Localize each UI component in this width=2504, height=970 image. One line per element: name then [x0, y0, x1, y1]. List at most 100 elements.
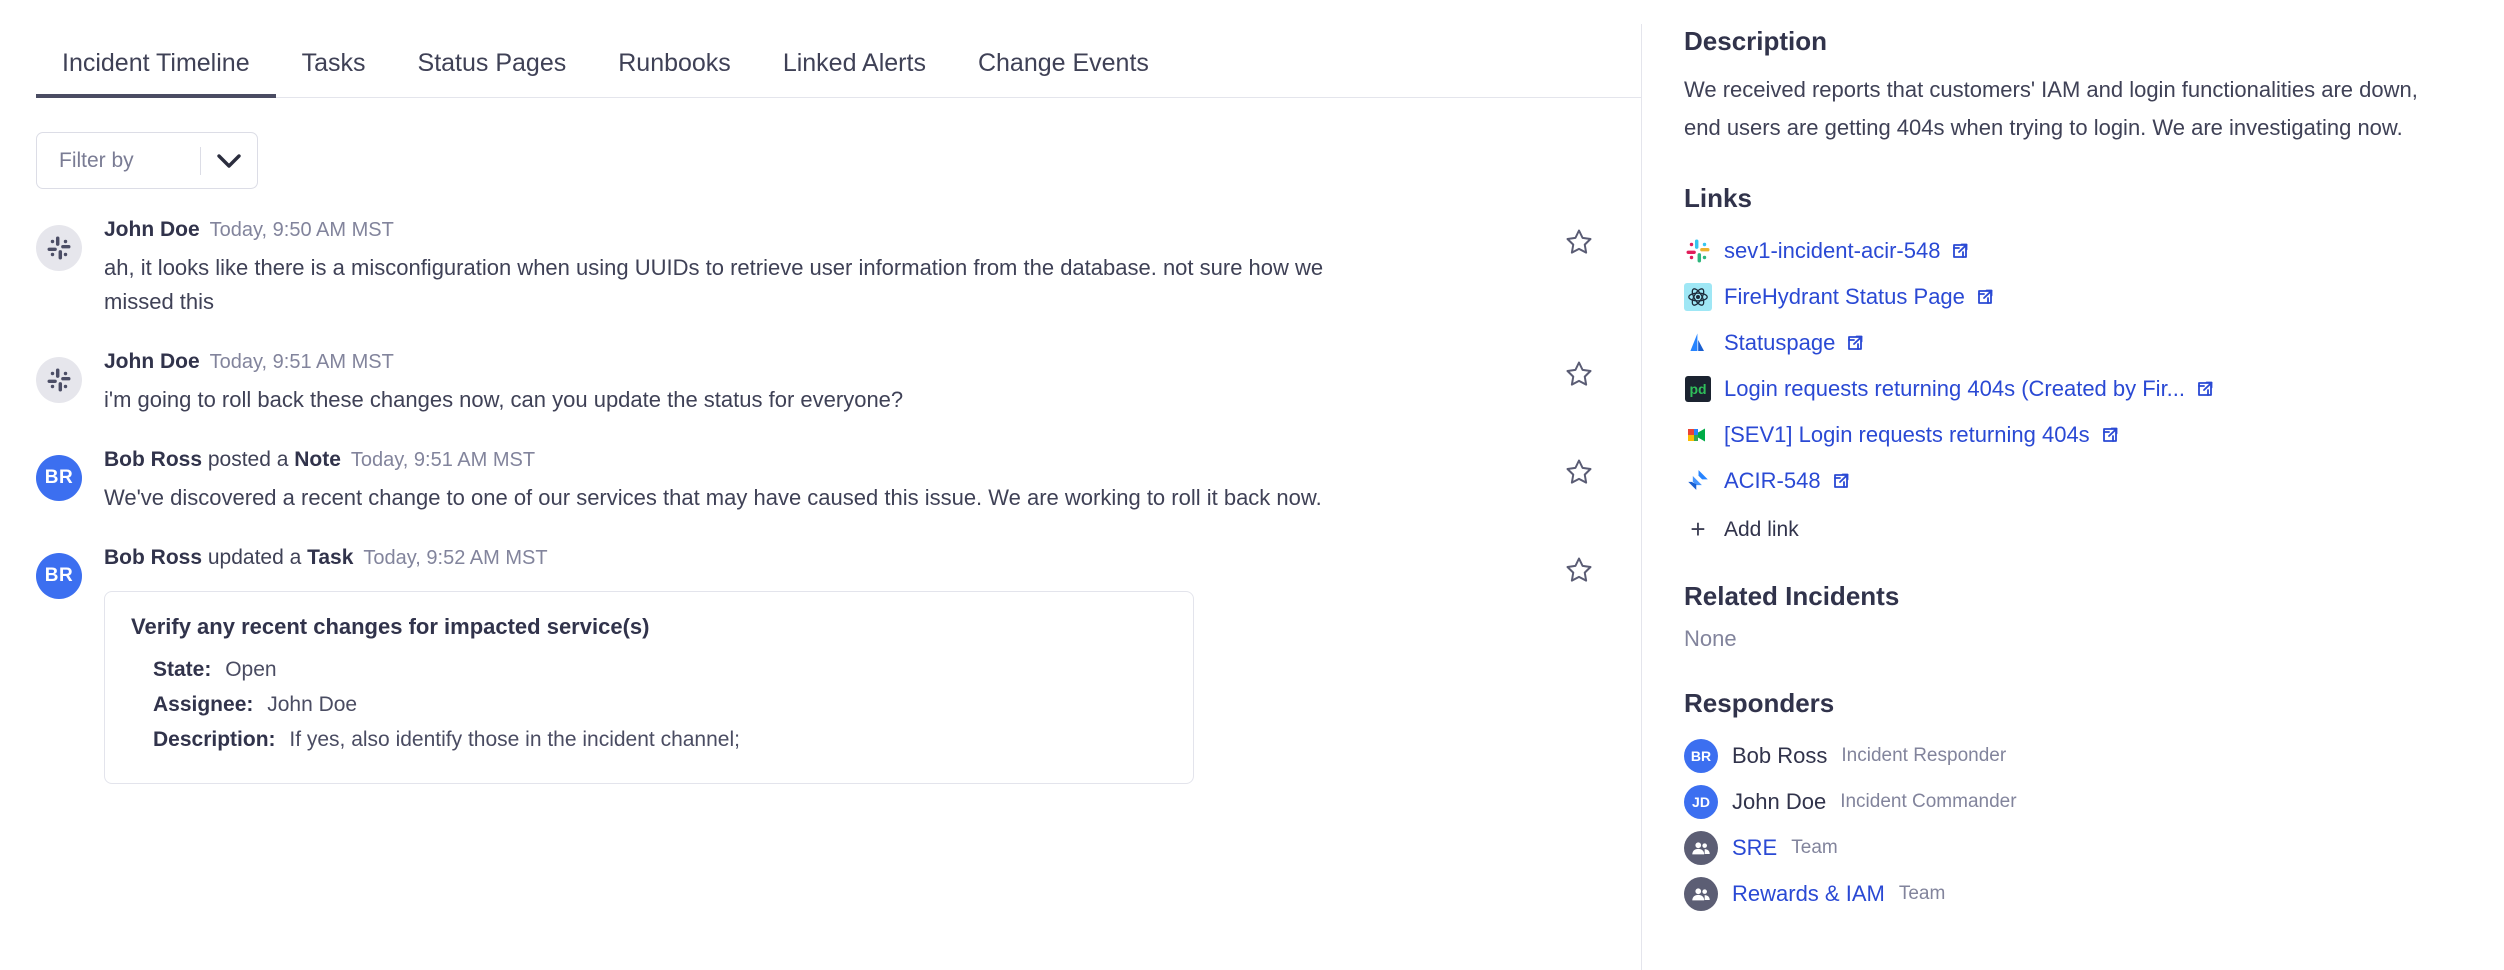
atlassian-statuspage-icon: [1684, 329, 1712, 357]
external-link-icon[interactable]: [1950, 241, 1970, 261]
tab-status-pages[interactable]: Status Pages: [392, 49, 593, 98]
link-item[interactable]: pd Login requests returning 404s (Created…: [1684, 366, 2464, 412]
entry-avatar: [36, 357, 82, 417]
user-initials-avatar: BR: [36, 553, 82, 599]
add-link-button[interactable]: + Add link: [1684, 514, 2464, 545]
related-incidents-heading: Related Incidents: [1684, 581, 1900, 611]
star-outline-icon[interactable]: [1564, 555, 1594, 585]
task-field-value: John Doe: [267, 693, 358, 716]
description-text: We received reports that customers' IAM …: [1684, 77, 2418, 140]
entry-avatar: BR: [36, 455, 82, 515]
responder-name[interactable]: Rewards & IAM: [1732, 881, 1885, 907]
task-title: Verify any recent changes for impacted s…: [131, 614, 650, 639]
entry-action: updated a Task: [202, 546, 354, 569]
task-field: Description: If yes, also identify those…: [131, 722, 1167, 757]
responders-list: BR Bob Ross Incident Responder JD John Doe In…: [1684, 733, 2464, 917]
incident-timeline-list: John Doe Today, 9:50 AM MST ah, it looks l…: [0, 189, 1642, 784]
external-link-icon[interactable]: [1975, 287, 1995, 307]
timeline-entry: BR Bob Ross updated a Task Today, 9:52 AM …: [0, 543, 1642, 784]
tab-runbooks[interactable]: Runbooks: [592, 49, 757, 98]
user-initials-avatar: BR: [36, 455, 82, 501]
task-field-value: If yes, also identify those in the incid…: [289, 728, 740, 751]
plus-icon: +: [1690, 514, 1706, 544]
responder-role: Team: [1898, 883, 1946, 904]
responder-item[interactable]: Rewards & IAM Team: [1684, 871, 2464, 917]
timeline-entry: John Doe Today, 9:50 AM MST ah, it looks l…: [0, 215, 1642, 319]
entry-header: Bob Ross posted a Note Today, 9:51 AM MST: [104, 445, 1566, 475]
user-initials-avatar: JD: [1684, 785, 1718, 819]
responders-heading: Responders: [1684, 688, 1835, 718]
entry-timestamp: Today, 9:51 AM MST: [209, 351, 394, 373]
filter-section: Filter by: [0, 98, 1642, 189]
slack-color-icon: [1684, 237, 1712, 265]
star-outline-icon[interactable]: [1564, 457, 1594, 487]
related-incidents-value: None: [1684, 626, 1737, 651]
google-meet-icon: [1684, 421, 1712, 449]
description-heading: Description: [1684, 26, 1828, 56]
tab-bar: Incident Timeline Tasks Status Pages Runboo…: [0, 0, 1642, 98]
tab-change-events[interactable]: Change Events: [952, 49, 1175, 98]
incident-sidebar: Description We received reports that cus…: [1642, 0, 2504, 970]
entry-timestamp: Today, 9:52 AM MST: [363, 547, 548, 569]
tab-linked-alerts[interactable]: Linked Alerts: [757, 49, 952, 98]
entry-author: John Doe: [104, 350, 200, 373]
responder-item[interactable]: BR Bob Ross Incident Responder: [1684, 733, 2464, 779]
entry-author: Bob Ross: [104, 448, 203, 471]
responder-role: Incident Commander: [1840, 791, 2017, 812]
responder-name: Bob Ross: [1732, 743, 1828, 768]
chevron-down-icon[interactable]: [201, 153, 257, 169]
link-label[interactable]: sev1-incident-acir-548: [1724, 238, 1940, 264]
external-link-icon[interactable]: [1845, 333, 1865, 353]
filter-by-dropdown[interactable]: Filter by: [36, 132, 258, 189]
external-link-icon[interactable]: [2100, 425, 2120, 445]
tab-tasks[interactable]: Tasks: [276, 49, 392, 98]
firehydrant-icon: [1684, 283, 1712, 311]
task-field-key: Assignee:: [153, 693, 254, 716]
user-initials-avatar: BR: [1684, 739, 1718, 773]
entry-message-text: We've discovered a recent change to one …: [104, 485, 1322, 510]
entry-author: John Doe: [104, 218, 200, 241]
jira-icon: [1684, 467, 1712, 495]
link-item[interactable]: sev1-incident-acir-548: [1684, 228, 2464, 274]
content-sidebar-divider: [1641, 24, 1642, 970]
responder-name[interactable]: SRE: [1732, 835, 1777, 861]
entry-header: John Doe Today, 9:51 AM MST: [104, 347, 1566, 377]
links-heading: Links: [1684, 183, 1752, 213]
entry-avatar: BR: [36, 553, 82, 784]
link-item[interactable]: FireHydrant Status Page: [1684, 274, 2464, 320]
entry-timestamp: Today, 9:50 AM MST: [209, 219, 394, 241]
responder-role: Team: [1791, 837, 1838, 858]
responder-item[interactable]: SRE Team: [1684, 825, 2464, 871]
responder-name: John Doe: [1732, 789, 1827, 814]
link-label[interactable]: FireHydrant Status Page: [1724, 284, 1965, 310]
external-link-icon[interactable]: [2195, 379, 2215, 399]
link-item[interactable]: [SEV1] Login requests returning 404s: [1684, 412, 2464, 458]
task-field: State: Open: [131, 652, 1167, 687]
entry-body: John Doe Today, 9:51 AM MST i'm going to r…: [82, 347, 1606, 417]
responder-role: Incident Responder: [1841, 745, 2007, 766]
link-item[interactable]: ACIR-548: [1684, 458, 2464, 504]
entry-avatar: [36, 225, 82, 319]
filter-by-label: Filter by: [59, 148, 134, 172]
links-list: sev1-incident-acir-548 FireHydrant Statu…: [1684, 228, 2464, 504]
entry-timestamp: Today, 9:51 AM MST: [350, 449, 536, 471]
link-item[interactable]: Statuspage: [1684, 320, 2464, 366]
external-link-icon[interactable]: [1831, 471, 1851, 491]
entry-body: Bob Ross updated a Task Today, 9:52 AM MS…: [82, 543, 1606, 784]
link-label[interactable]: Login requests returning 404s (Created b…: [1724, 376, 2185, 402]
link-label[interactable]: [SEV1] Login requests returning 404s: [1724, 422, 2090, 448]
star-outline-icon[interactable]: [1564, 227, 1594, 257]
entry-action: posted a Note: [202, 448, 341, 471]
timeline-entry: BR Bob Ross posted a Note Today, 9:51 AM M…: [0, 445, 1642, 515]
task-card: Verify any recent changes for impacted s…: [104, 591, 1194, 784]
star-outline-icon[interactable]: [1564, 359, 1594, 389]
task-field-value: Open: [225, 658, 277, 681]
slack-icon: [36, 357, 82, 403]
task-field: Assignee: John Doe: [131, 687, 1167, 722]
main-content: Incident Timeline Tasks Status Pages Runboo…: [0, 0, 1642, 970]
link-label[interactable]: Statuspage: [1724, 330, 1835, 356]
link-label[interactable]: ACIR-548: [1724, 468, 1821, 494]
tab-incident-timeline[interactable]: Incident Timeline: [36, 49, 276, 98]
entry-header: Bob Ross updated a Task Today, 9:52 AM MS…: [104, 543, 1566, 573]
responder-item[interactable]: JD John Doe Incident Commander: [1684, 779, 2464, 825]
